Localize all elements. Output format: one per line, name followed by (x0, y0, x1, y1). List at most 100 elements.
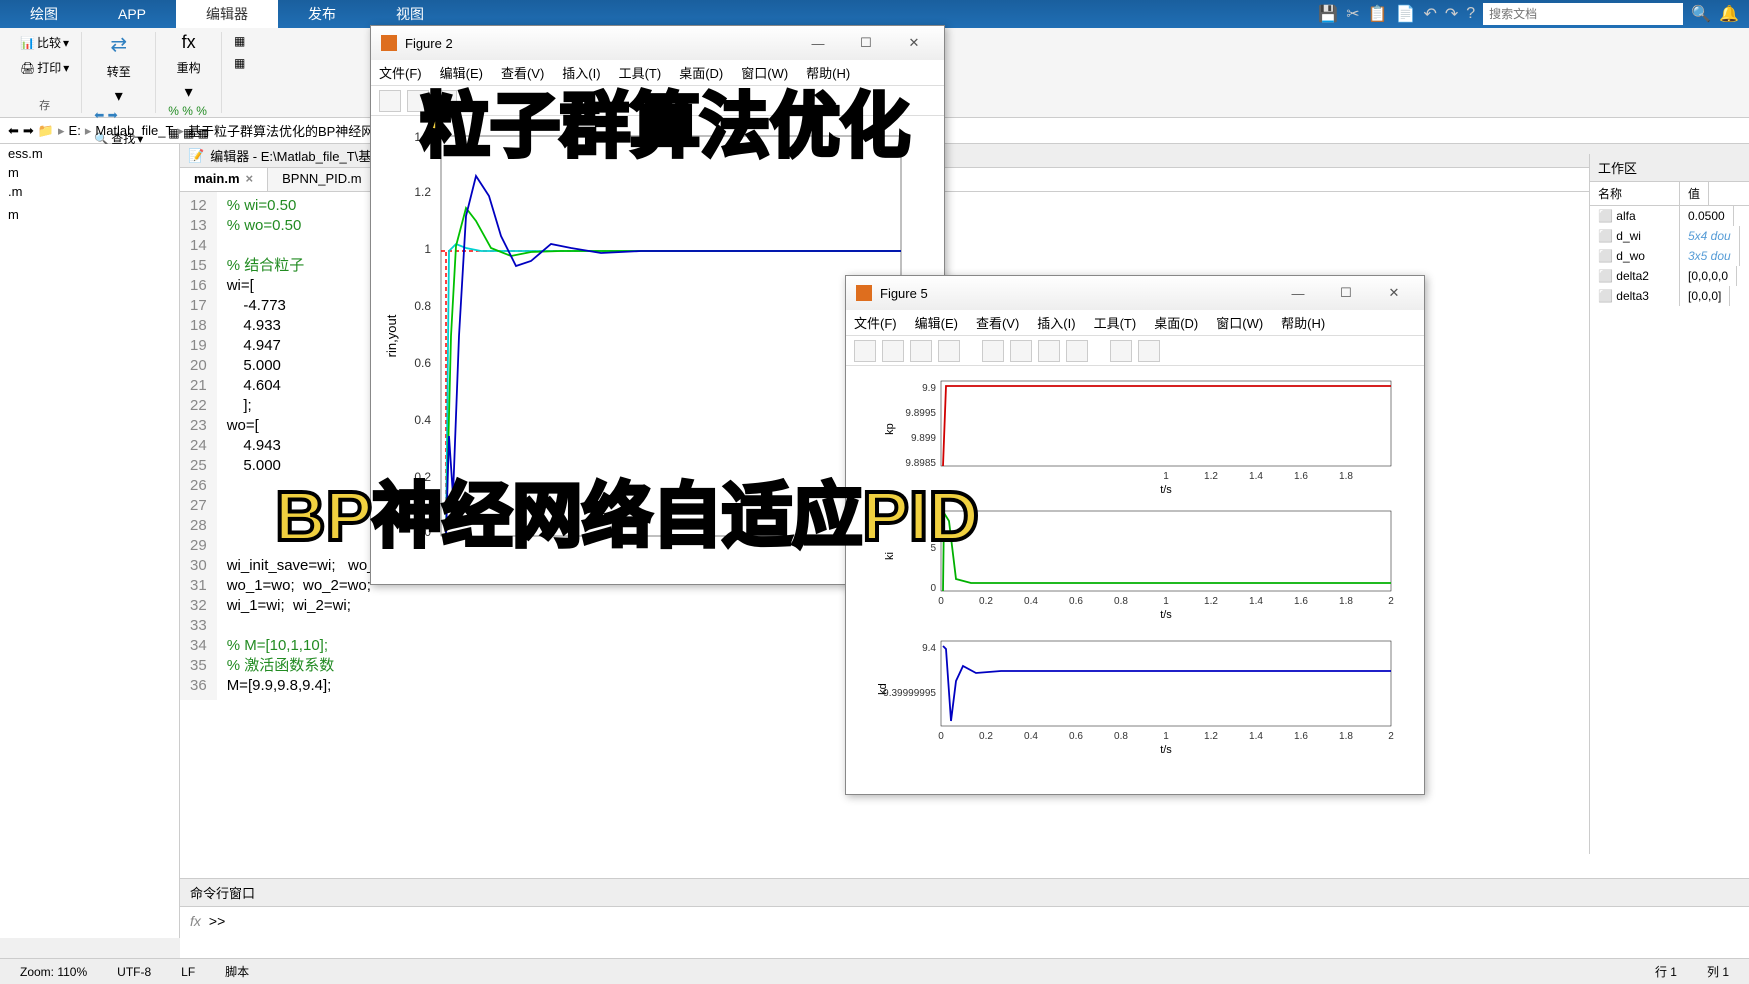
tab-plot[interactable]: 绘图 (0, 0, 88, 28)
menu-item[interactable]: 帮助(H) (806, 63, 850, 82)
menu-item[interactable]: 编辑(E) (440, 63, 483, 82)
menu-item[interactable]: 编辑(E) (915, 313, 958, 332)
menu-item[interactable]: 帮助(H) (1281, 313, 1325, 332)
menu-item[interactable]: 文件(F) (379, 63, 422, 82)
menu-item[interactable]: 文件(F) (854, 313, 897, 332)
svg-text:1.4: 1.4 (1249, 731, 1263, 742)
close-tab-icon[interactable]: × (246, 171, 254, 186)
figure-5-window[interactable]: Figure 5 — ☐ ✕ 文件(F)编辑(E)查看(V)插入(I)工具(T)… (845, 275, 1425, 795)
nav-back-icon[interactable]: ⬅ ➡ (90, 106, 147, 124)
undo-icon[interactable]: ↶ (1423, 4, 1436, 24)
tool-icon[interactable] (1138, 340, 1160, 362)
menu-item[interactable]: 工具(T) (1094, 313, 1137, 332)
figure-menubar: 文件(F) 编辑(E) 查看(V) 插入(I) 工具(T) 桌面(D) 窗口(W) 帮助(H) (371, 60, 944, 86)
status-row: 行 1 (1655, 963, 1677, 980)
maximize-button[interactable]: ☐ (1326, 285, 1366, 301)
close-button[interactable]: ✕ (1374, 285, 1414, 301)
menu-item[interactable]: 桌面(D) (679, 63, 723, 82)
tool-icon[interactable] (982, 340, 1004, 362)
svg-text:1.8: 1.8 (1339, 596, 1353, 607)
arrow-icon[interactable] (1110, 340, 1132, 362)
line-gutter: 1213141516171819202122232425262728293031… (180, 192, 217, 700)
figure-toolbar (371, 86, 944, 116)
svg-text:9.899: 9.899 (911, 433, 936, 444)
open-icon[interactable] (882, 340, 904, 362)
svg-text:0.8: 0.8 (1114, 596, 1128, 607)
minimize-button[interactable]: — (798, 36, 838, 51)
menu-item[interactable]: 桌面(D) (1154, 313, 1198, 332)
svg-text:1.6: 1.6 (1294, 596, 1308, 607)
copy-icon[interactable]: 📋 (1368, 4, 1388, 24)
menu-item[interactable]: 插入(I) (1037, 313, 1075, 332)
cut-icon[interactable]: ✂ (1346, 4, 1359, 24)
svg-text:0.4: 0.4 (1024, 731, 1038, 742)
svg-text:0: 0 (424, 525, 431, 539)
print-button[interactable]: 🖨 打印 ▾ (16, 57, 73, 78)
section-tool-icon2[interactable]: ▦ (230, 54, 249, 72)
file-item[interactable]: m (0, 163, 179, 182)
open-icon[interactable] (407, 90, 429, 112)
main-toolstrip-tabs: 绘图 APP 编辑器 发布 视图 💾 ✂ 📋 📄 ↶ ↷ ? 🔍 🔔 (0, 0, 1749, 28)
svg-text:1.6: 1.6 (1294, 471, 1308, 482)
menu-item[interactable]: 工具(T) (619, 63, 662, 82)
new-icon[interactable] (854, 340, 876, 362)
svg-text:0: 0 (938, 596, 944, 607)
tab-app[interactable]: APP (88, 0, 176, 28)
status-zoom[interactable]: Zoom: 110% (20, 965, 87, 979)
workspace-col-name[interactable]: 名称 (1590, 182, 1680, 205)
refactor-button[interactable]: 重构 (173, 57, 205, 78)
tab-editor[interactable]: 编辑器 (176, 0, 278, 28)
print-icon[interactable] (938, 340, 960, 362)
compare-button[interactable]: 📊 比较 ▾ (16, 32, 73, 53)
command-window-title: 命令行窗口 (180, 879, 1749, 907)
status-eol[interactable]: LF (181, 965, 195, 979)
goto-button[interactable]: 转至 (103, 61, 135, 82)
back-icon[interactable]: ⬅ (8, 123, 19, 139)
maximize-button[interactable]: ☐ (846, 35, 886, 51)
forward-icon[interactable]: ➡ (23, 123, 34, 139)
help-icon[interactable]: ? (1466, 5, 1475, 23)
section-tool-icon[interactable]: ▦ (230, 32, 249, 50)
close-button[interactable]: ✕ (894, 35, 934, 51)
save-icon[interactable]: 💾 (1318, 4, 1338, 24)
notification-bell-icon[interactable]: 🔔 (1719, 4, 1739, 24)
svg-text:1.4: 1.4 (1249, 471, 1263, 482)
menu-item[interactable]: 查看(V) (501, 63, 544, 82)
svg-text:ki: ki (884, 552, 896, 560)
svg-text:0.2: 0.2 (414, 470, 431, 484)
tool-icon[interactable] (1066, 340, 1088, 362)
menu-item[interactable]: 查看(V) (976, 313, 1019, 332)
menu-item[interactable]: 窗口(W) (1216, 313, 1263, 332)
ribbon-label-save: 存 (39, 97, 50, 113)
code-tool-1[interactable]: % % % (164, 102, 213, 120)
breadcrumb-drive[interactable]: E: (69, 123, 81, 138)
tool-icon[interactable] (1038, 340, 1060, 362)
search-icon[interactable]: 🔍 (1691, 4, 1711, 24)
paste-icon[interactable]: 📄 (1396, 4, 1416, 24)
minimize-button[interactable]: — (1278, 286, 1318, 301)
breadcrumb-item[interactable]: Matlab_file_T (95, 123, 173, 138)
menu-item[interactable]: 插入(I) (562, 63, 600, 82)
save-icon[interactable] (435, 90, 457, 112)
redo-icon[interactable]: ↷ (1445, 4, 1458, 24)
file-item[interactable]: .m (0, 182, 179, 201)
svg-text:1.6: 1.6 (1294, 731, 1308, 742)
file-item[interactable]: ess.m (0, 144, 179, 163)
save-icon[interactable] (910, 340, 932, 362)
tab-publish[interactable]: 发布 (278, 0, 366, 28)
tool-icon[interactable] (1010, 340, 1032, 362)
new-icon[interactable] (379, 90, 401, 112)
workspace-col-value[interactable]: 值 (1680, 182, 1709, 205)
status-encoding[interactable]: UTF-8 (117, 965, 151, 979)
svg-text:2: 2 (1388, 596, 1394, 607)
file-item[interactable]: m (0, 205, 179, 224)
command-window[interactable]: 命令行窗口 fx>> (180, 878, 1749, 958)
editor-tab-bpnn[interactable]: BPNN_PID.m (268, 168, 376, 191)
svg-text:kp: kp (884, 423, 896, 435)
menu-item[interactable]: 窗口(W) (741, 63, 788, 82)
svg-text:1.2: 1.2 (414, 185, 431, 199)
doc-search-input[interactable] (1483, 3, 1683, 25)
tab-view[interactable]: 视图 (366, 0, 454, 28)
editor-tab-main[interactable]: main.m× (180, 168, 268, 191)
svg-text:1: 1 (1163, 471, 1169, 482)
